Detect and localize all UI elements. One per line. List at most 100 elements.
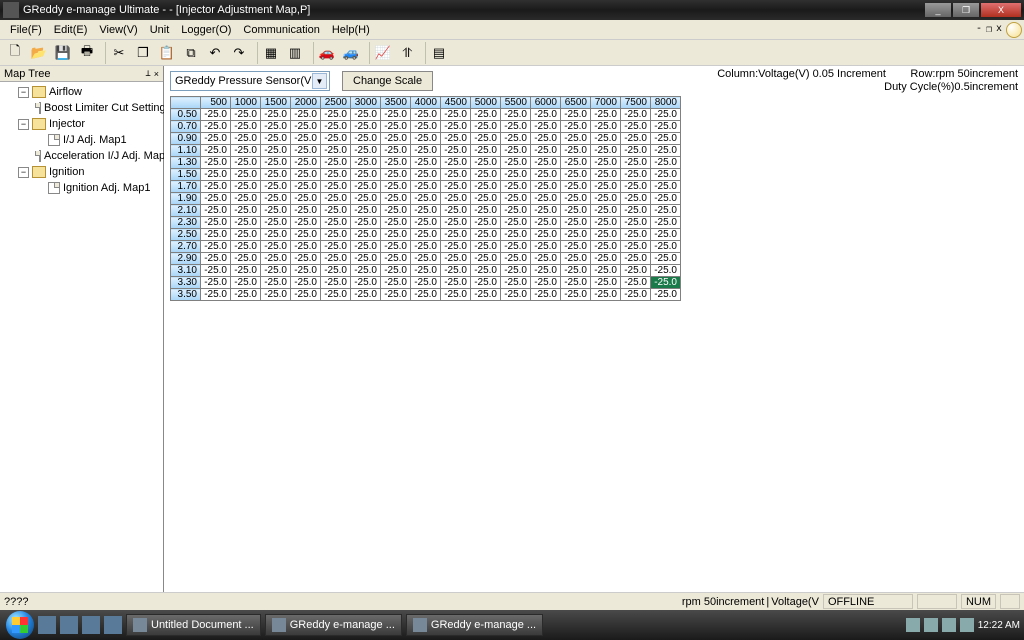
grid-cell[interactable]: -25.0 bbox=[501, 193, 531, 205]
grid-cell[interactable]: -25.0 bbox=[201, 217, 231, 229]
grid-cell[interactable]: -25.0 bbox=[501, 217, 531, 229]
start-button[interactable] bbox=[4, 610, 36, 640]
grid-cell[interactable]: -25.0 bbox=[381, 265, 411, 277]
grid-cell[interactable]: -25.0 bbox=[231, 133, 261, 145]
grid-cell[interactable]: -25.0 bbox=[291, 229, 321, 241]
grid-cell[interactable]: -25.0 bbox=[321, 109, 351, 121]
grid-cell[interactable]: -25.0 bbox=[561, 169, 591, 181]
grid-cell[interactable]: -25.0 bbox=[531, 217, 561, 229]
grid-cell[interactable]: -25.0 bbox=[261, 181, 291, 193]
grid-view-icon[interactable]: ▦ bbox=[260, 42, 282, 64]
new-icon[interactable]: 🗋 bbox=[4, 42, 26, 64]
grid-cell[interactable]: -25.0 bbox=[441, 121, 471, 133]
grid-cell[interactable]: -25.0 bbox=[201, 193, 231, 205]
grid-cell[interactable]: -25.0 bbox=[201, 241, 231, 253]
grid-row-header[interactable]: 2.10 bbox=[171, 205, 201, 217]
quicklaunch-icon[interactable] bbox=[60, 616, 78, 634]
grid-col-header[interactable]: 8000 bbox=[651, 97, 681, 109]
grid-cell[interactable]: -25.0 bbox=[561, 133, 591, 145]
grid-cell[interactable]: -25.0 bbox=[591, 265, 621, 277]
grid-cell[interactable]: -25.0 bbox=[261, 277, 291, 289]
save-icon[interactable]: 💾 bbox=[52, 42, 74, 64]
grid-cell[interactable]: -25.0 bbox=[261, 121, 291, 133]
grid-cell[interactable]: -25.0 bbox=[441, 133, 471, 145]
grid-row-header[interactable]: 0.50 bbox=[171, 109, 201, 121]
grid-cell[interactable]: -25.0 bbox=[411, 289, 441, 301]
grid-cell[interactable]: -25.0 bbox=[531, 241, 561, 253]
grid-cell[interactable]: -25.0 bbox=[321, 193, 351, 205]
mdi-minimize-button[interactable]: - bbox=[976, 24, 982, 36]
grid-cell[interactable]: -25.0 bbox=[201, 277, 231, 289]
grid-cell[interactable]: -25.0 bbox=[501, 229, 531, 241]
grid-cell[interactable]: -25.0 bbox=[441, 193, 471, 205]
grid-cell[interactable]: -25.0 bbox=[591, 145, 621, 157]
grid-row-header[interactable]: 0.90 bbox=[171, 133, 201, 145]
grid-cell[interactable]: -25.0 bbox=[501, 157, 531, 169]
grid-cell[interactable]: -25.0 bbox=[651, 169, 681, 181]
grid-cell[interactable]: -25.0 bbox=[591, 229, 621, 241]
grid-cell[interactable]: -25.0 bbox=[291, 181, 321, 193]
grid-cell[interactable]: -25.0 bbox=[591, 133, 621, 145]
grid-cell[interactable]: -25.0 bbox=[531, 157, 561, 169]
grid-cell[interactable]: -25.0 bbox=[411, 109, 441, 121]
menu-communication[interactable]: Communication bbox=[237, 22, 325, 38]
grid-cell[interactable]: -25.0 bbox=[231, 157, 261, 169]
grid-cell[interactable]: -25.0 bbox=[501, 109, 531, 121]
grid-cell[interactable]: -25.0 bbox=[231, 181, 261, 193]
grid-cell[interactable]: -25.0 bbox=[621, 169, 651, 181]
grid-cell[interactable]: -25.0 bbox=[531, 169, 561, 181]
open-icon[interactable]: 📂 bbox=[28, 42, 50, 64]
grid-cell[interactable]: -25.0 bbox=[621, 109, 651, 121]
grid-cell[interactable]: -25.0 bbox=[591, 157, 621, 169]
grid-cell[interactable]: -25.0 bbox=[561, 109, 591, 121]
grid-col-header[interactable]: 1000 bbox=[231, 97, 261, 109]
grid-cell[interactable]: -25.0 bbox=[591, 181, 621, 193]
grid-cell[interactable]: -25.0 bbox=[441, 217, 471, 229]
graph-icon[interactable]: 📈 bbox=[372, 42, 394, 64]
grid-cell[interactable]: -25.0 bbox=[291, 277, 321, 289]
tray-clock[interactable]: 12:22 AM bbox=[978, 620, 1020, 631]
grid-cell[interactable]: -25.0 bbox=[411, 229, 441, 241]
grid-cell[interactable]: -25.0 bbox=[381, 253, 411, 265]
tray-icon[interactable] bbox=[924, 618, 938, 632]
grid-cell[interactable]: -25.0 bbox=[291, 145, 321, 157]
grid-row-header[interactable]: 0.70 bbox=[171, 121, 201, 133]
tree-leaf-boost[interactable]: Boost Limiter Cut Setting bbox=[0, 100, 163, 116]
grid-cell[interactable]: -25.0 bbox=[471, 181, 501, 193]
grid-cell[interactable]: -25.0 bbox=[561, 193, 591, 205]
grid-cell[interactable]: -25.0 bbox=[561, 229, 591, 241]
vehicle1-icon[interactable]: 🚗 bbox=[316, 42, 338, 64]
grid-cell[interactable]: -25.0 bbox=[321, 145, 351, 157]
copy-icon[interactable]: ❐ bbox=[132, 42, 154, 64]
tree-node-ignition[interactable]: − Ignition bbox=[0, 164, 163, 180]
grid-cell[interactable]: -25.0 bbox=[411, 145, 441, 157]
grid-cell[interactable]: -25.0 bbox=[561, 121, 591, 133]
grid-cell[interactable]: -25.0 bbox=[351, 121, 381, 133]
tree-leaf-ign-map1[interactable]: Ignition Adj. Map1 bbox=[0, 180, 163, 196]
grid-cell[interactable]: -25.0 bbox=[501, 181, 531, 193]
grid-cell[interactable]: -25.0 bbox=[321, 265, 351, 277]
grid-cell[interactable]: -25.0 bbox=[441, 145, 471, 157]
grid-cell[interactable]: -25.0 bbox=[591, 193, 621, 205]
grid-cell[interactable]: -25.0 bbox=[411, 241, 441, 253]
grid-row-header[interactable]: 3.50 bbox=[171, 289, 201, 301]
grid-cell[interactable]: -25.0 bbox=[381, 205, 411, 217]
grid-cell[interactable]: -25.0 bbox=[531, 229, 561, 241]
grid-cell[interactable]: -25.0 bbox=[531, 253, 561, 265]
grid-cell[interactable]: -25.0 bbox=[561, 241, 591, 253]
grid-cell[interactable]: -25.0 bbox=[261, 109, 291, 121]
quicklaunch-icon[interactable] bbox=[104, 616, 122, 634]
grid-cell[interactable]: -25.0 bbox=[381, 229, 411, 241]
grid-row-header[interactable]: 3.10 bbox=[171, 265, 201, 277]
grid-cell[interactable]: -25.0 bbox=[261, 241, 291, 253]
grid-cell[interactable]: -25.0 bbox=[441, 157, 471, 169]
grid-row-header[interactable]: 2.70 bbox=[171, 241, 201, 253]
grid-row-header[interactable]: 2.50 bbox=[171, 229, 201, 241]
paste-icon[interactable]: 📋 bbox=[156, 42, 178, 64]
grid-cell[interactable]: -25.0 bbox=[351, 205, 381, 217]
grid-cell[interactable]: -25.0 bbox=[591, 277, 621, 289]
grid-col-header[interactable]: 4000 bbox=[411, 97, 441, 109]
grid-cell[interactable]: -25.0 bbox=[411, 277, 441, 289]
grid-row-header[interactable]: 3.30 bbox=[171, 277, 201, 289]
grid-cell[interactable]: -25.0 bbox=[471, 109, 501, 121]
